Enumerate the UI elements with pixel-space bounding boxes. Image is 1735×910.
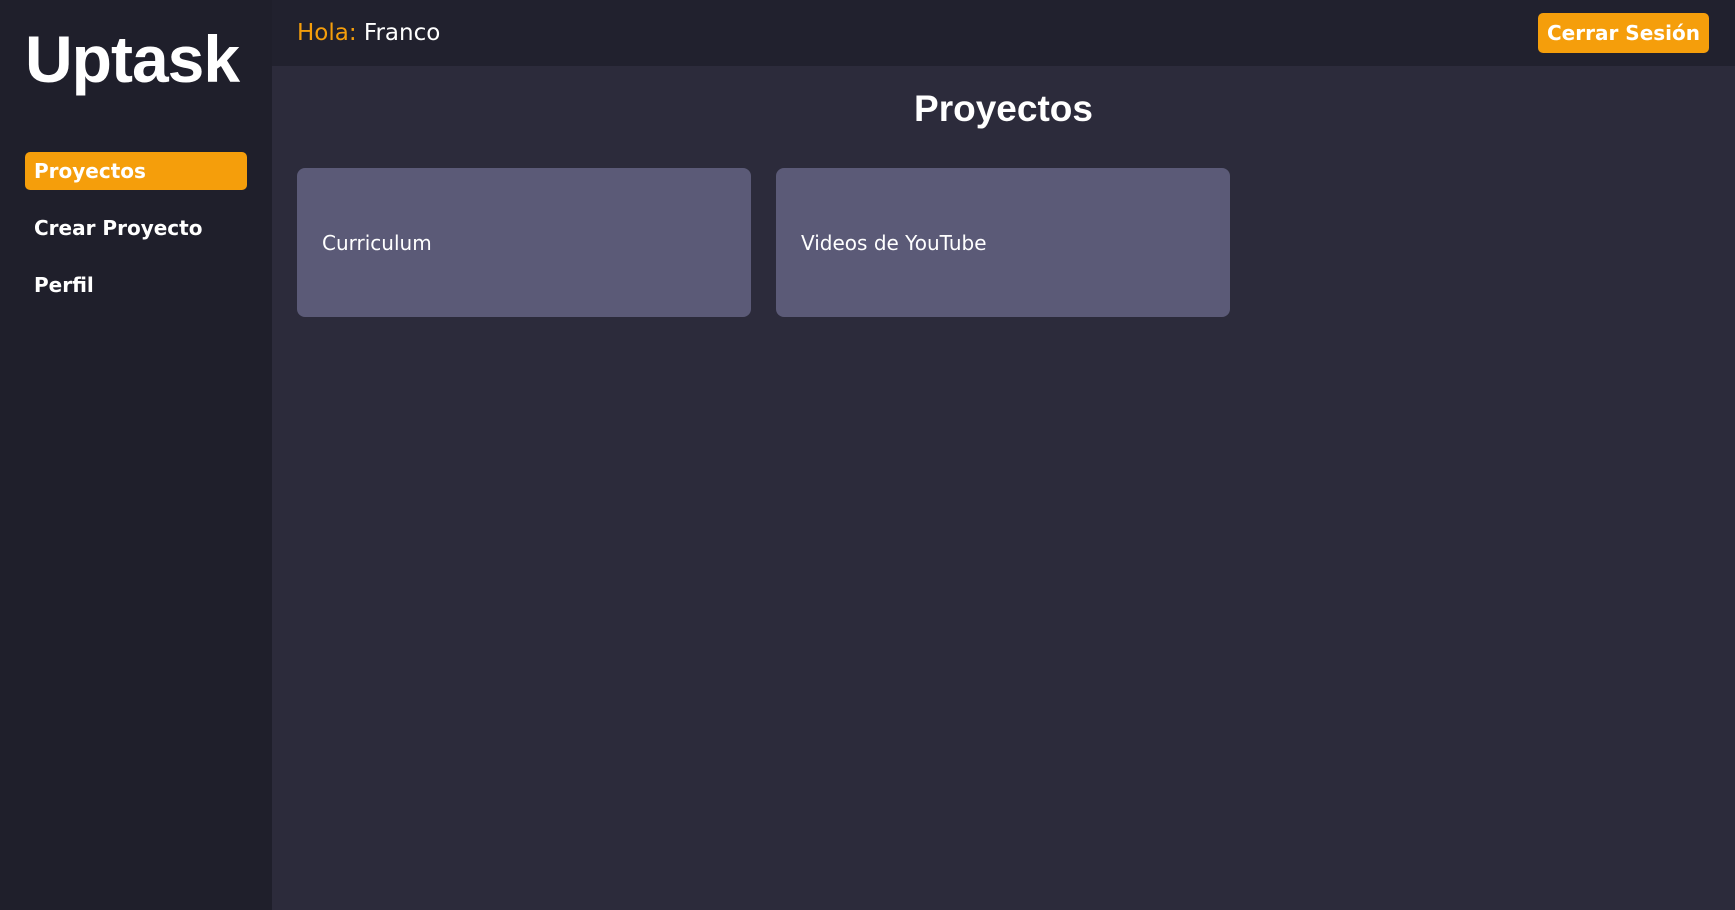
sidebar-item-proyectos[interactable]: Proyectos bbox=[25, 152, 247, 190]
logout-button[interactable]: Cerrar Sesión bbox=[1538, 13, 1709, 53]
sidebar: Uptask Proyectos Crear Proyecto Perfil bbox=[0, 0, 272, 910]
sidebar-nav: Proyectos Crear Proyecto Perfil bbox=[25, 152, 247, 323]
sidebar-item-perfil[interactable]: Perfil bbox=[25, 266, 247, 304]
project-card[interactable]: Videos de YouTube bbox=[776, 168, 1230, 317]
project-name: Videos de YouTube bbox=[801, 230, 987, 255]
page-title: Proyectos bbox=[914, 88, 1093, 129]
project-card[interactable]: Curriculum bbox=[297, 168, 751, 317]
project-list: Curriculum Videos de YouTube bbox=[297, 168, 1710, 317]
greeting-label: Hola: bbox=[297, 20, 357, 46]
main-area: Hola: Franco Cerrar Sesión Proyectos Cur… bbox=[272, 0, 1735, 910]
app-root: Uptask Proyectos Crear Proyecto Perfil H… bbox=[0, 0, 1735, 910]
app-logo: Uptask bbox=[25, 22, 240, 96]
top-bar: Hola: Franco Cerrar Sesión bbox=[272, 0, 1735, 66]
user-greeting: Hola: Franco bbox=[297, 20, 440, 46]
sidebar-item-crear-proyecto[interactable]: Crear Proyecto bbox=[25, 209, 247, 247]
content: Proyectos Curriculum Videos de YouTube bbox=[272, 66, 1735, 910]
project-name: Curriculum bbox=[322, 230, 432, 255]
user-name: Franco bbox=[363, 20, 441, 46]
